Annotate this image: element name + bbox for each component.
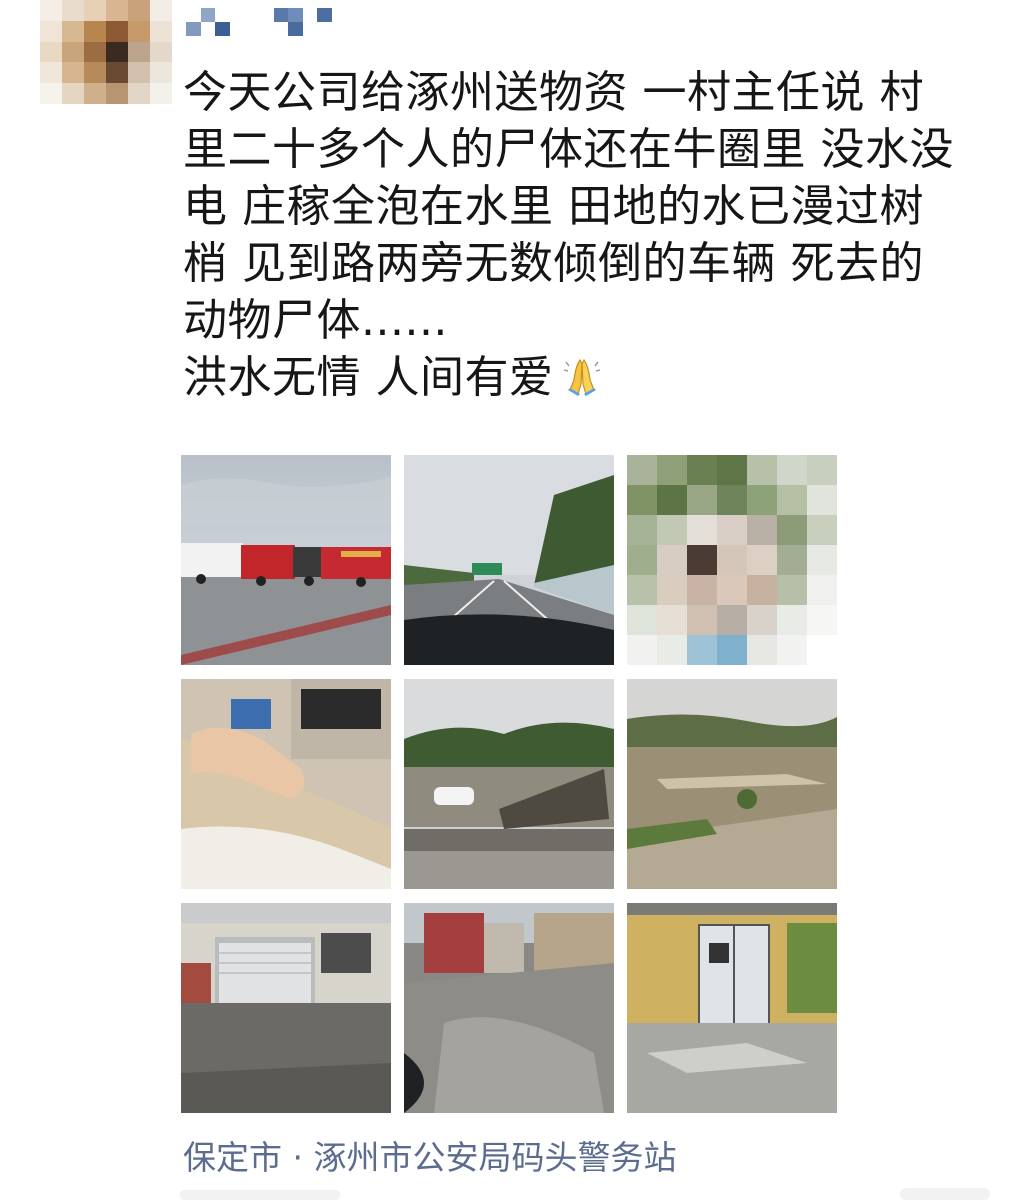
- post-text: 今天公司给涿州送物资 一村主任说 村 里二十多个人的尸体还在牛圈里 没水没 电 …: [183, 64, 983, 406]
- post-text-line: 动物尸体......: [183, 295, 448, 346]
- post-text-line: 洪水无情 人间有爱: [183, 352, 554, 403]
- post-text-closing-line: 洪水无情 人间有爱: [183, 349, 983, 406]
- folded-hands-icon: [563, 358, 600, 396]
- photo-broken-building[interactable]: [627, 903, 837, 1113]
- photo-person-pixelated[interactable]: [627, 455, 837, 665]
- location-link[interactable]: 保定市 · 涿州市公安局码头警务站: [183, 1131, 676, 1179]
- next-item-fragment: [180, 1190, 340, 1200]
- post-text-line: 里二十多个人的尸体还在牛圈里 没水没: [183, 124, 954, 175]
- photo-trucks-parked[interactable]: [181, 455, 391, 665]
- post-text-line: 梢 见到路两旁无数倾倒的车辆 死去的: [183, 238, 924, 289]
- photo-grid: [181, 455, 837, 1113]
- post-text-line: 今天公司给涿州送物资 一村主任说 村: [183, 67, 924, 118]
- photo-highway-windshield[interactable]: [404, 455, 614, 665]
- username-pixelated[interactable]: [186, 8, 332, 36]
- photo-muddy-field[interactable]: [627, 679, 837, 889]
- post-text-line: 电 庄稼全泡在水里 田地的水已漫过树: [183, 181, 924, 232]
- photo-damaged-shop[interactable]: [181, 903, 391, 1113]
- photo-mud-street[interactable]: [404, 903, 614, 1113]
- next-item-fragment: [900, 1188, 990, 1200]
- photo-flooded-road-car[interactable]: [404, 679, 614, 889]
- photo-car-interior[interactable]: [181, 679, 391, 889]
- avatar[interactable]: [40, 0, 172, 104]
